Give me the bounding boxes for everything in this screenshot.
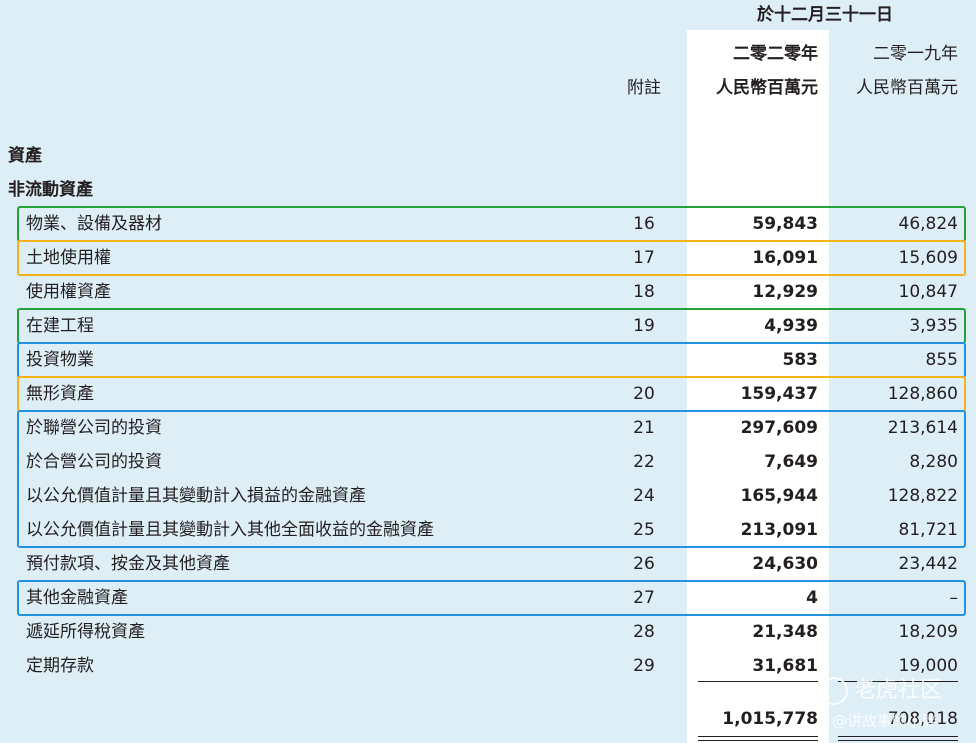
row-note: 19 [633,316,655,336]
row-value-2019: 18,209 [898,622,958,642]
row-note: 24 [633,486,655,506]
row-note: 28 [633,622,655,642]
row-label: 物業、設備及器材 [26,214,162,234]
row-value-2019: 46,824 [898,214,958,234]
row-label: 使用權資產 [26,282,111,302]
row-note: 27 [633,588,655,608]
row-value-2020: 59,843 [752,214,818,234]
row-value-2019: 213,614 [887,418,958,438]
row-label: 無形資產 [26,384,94,404]
row-note: 29 [633,656,655,676]
highlight-box-orange [17,376,966,412]
col-2020-unit: 人民幣百萬元 [716,78,818,98]
row-note: 22 [633,452,655,472]
row-label: 以公允價值計量且其變動計入其他全面收益的金融資產 [26,520,434,540]
row-value-2020: 16,091 [752,248,818,268]
row-value-2020: 12,929 [752,282,818,302]
row-label: 土地使用權 [26,248,111,268]
row-note: 17 [633,248,655,268]
row-value-2020: 7,649 [764,452,818,472]
row-value-2019: 128,822 [887,486,958,506]
watermark-logo-icon [820,677,848,705]
row-label: 定期存款 [26,656,94,676]
row-value-2019: 855 [925,350,958,370]
row-note: 25 [633,520,655,540]
row-label: 於聯營公司的投資 [26,418,162,438]
row-note: 16 [633,214,655,234]
row-label: 投資物業 [26,350,94,370]
row-value-2020: 24,630 [752,554,818,574]
row-note: 21 [633,418,655,438]
total-double-rule-2019 [838,736,958,737]
row-value-2019: 23,442 [898,554,958,574]
row-value-2019: 3,935 [909,316,958,336]
row-value-2020: 4 [806,588,818,608]
section-non-current-assets: 非流動資產 [8,180,93,200]
highlight-box-blue [17,580,966,616]
row-value-2019: – [949,588,959,608]
row-label: 以公允價值計量且其變動計入損益的金融資產 [26,486,366,506]
row-label: 其他金融資產 [26,588,128,608]
row-value-2020: 21,348 [752,622,818,642]
period-header: 於十二月三十一日 [757,5,893,25]
row-note: 26 [633,554,655,574]
row-label: 在建工程 [26,316,94,336]
col-2019-unit: 人民幣百萬元 [856,78,958,98]
watermark-handle: @讲故事的小胖 [832,712,938,730]
row-label: 於合營公司的投資 [26,452,162,472]
row-value-2019: 15,609 [898,248,958,268]
row-value-2020: 159,437 [740,384,818,404]
row-label: 遞延所得稅資產 [26,622,145,642]
row-value-2020: 213,091 [740,520,818,540]
row-label: 預付款項、按金及其他資產 [26,554,230,574]
row-value-2020: 31,681 [752,656,818,676]
row-value-2019: 128,860 [887,384,958,404]
row-value-2019: 81,721 [898,520,958,540]
row-value-2020: 4,939 [764,316,818,336]
col-2019-year: 二零一九年 [873,44,958,64]
row-value-2020: 297,609 [740,418,818,438]
highlight-box-orange [17,240,966,276]
row-note: 18 [633,282,655,302]
highlight-box-blue [17,342,966,378]
subtotal-rule-2020 [698,681,818,682]
section-assets: 資產 [8,146,42,166]
row-note: 20 [633,384,655,404]
row-value-2020: 165,944 [740,486,818,506]
note-column-header: 附註 [627,78,661,98]
total-double-rule-2019-second [838,740,958,741]
total-value-2020: 1,015,778 [722,709,818,729]
watermark-brand: 老虎社区 [820,672,942,705]
highlight-box-green [17,308,966,344]
total-double-rule-2020-second [698,740,818,741]
row-value-2020: 583 [782,350,819,370]
total-double-rule-2020 [698,736,818,737]
col-2020-year: 二零二零年 [733,44,818,64]
row-value-2019: 10,847 [898,282,958,302]
row-value-2019: 8,280 [909,452,958,472]
